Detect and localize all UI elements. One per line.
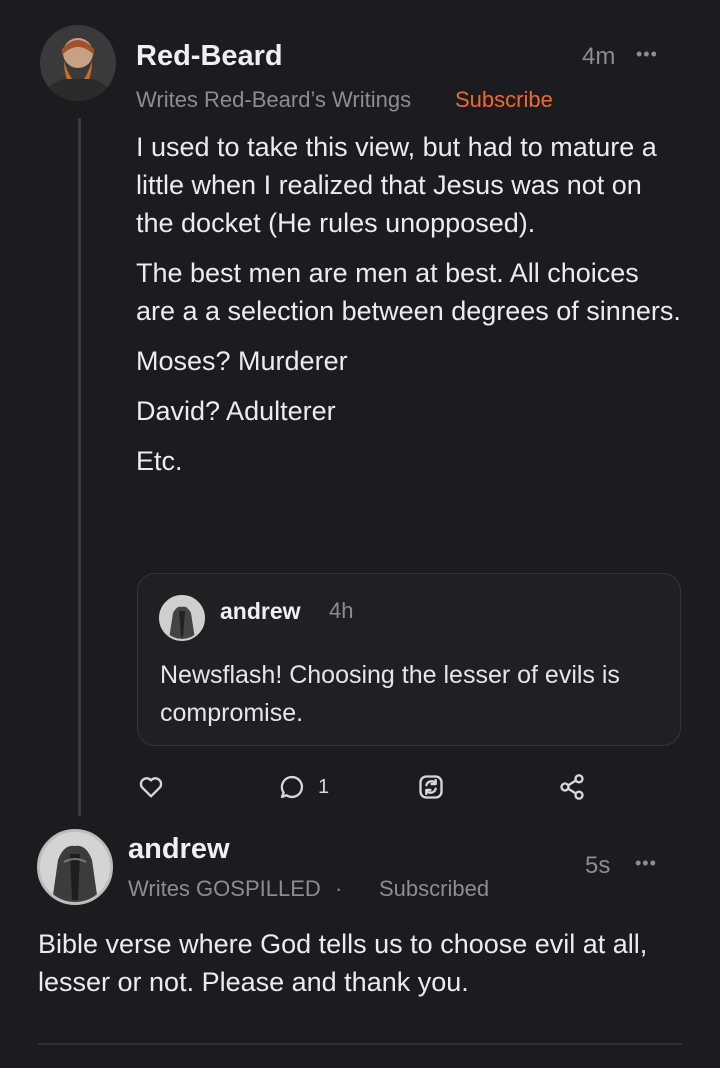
like-button[interactable] bbox=[137, 773, 165, 801]
heart-icon bbox=[139, 777, 163, 798]
quoted-comment-card[interactable]: andrew 4h Newsflash! Choosing the lesser… bbox=[137, 573, 681, 746]
reply-count: 1 bbox=[318, 775, 330, 798]
comment-body: I used to take this view, but had to mat… bbox=[136, 128, 684, 492]
red-beard-avatar[interactable] bbox=[40, 25, 116, 101]
reply-body: Bible verse where God tells us to choose… bbox=[38, 929, 648, 997]
reply-author-subtitle[interactable]: Writes GOSPILLED bbox=[128, 876, 321, 902]
comment-paragraph: Moses? Murderer bbox=[136, 346, 348, 376]
comment-author-subtitle[interactable]: Writes Red-Beard’s Writings bbox=[136, 87, 411, 113]
comment-bubble-icon bbox=[280, 775, 304, 799]
reply-author[interactable]: andrew bbox=[128, 833, 230, 866]
thread-line bbox=[78, 118, 81, 816]
comment-more-button[interactable]: ••• bbox=[636, 44, 658, 65]
quoted-author-avatar bbox=[159, 595, 205, 641]
divider bbox=[38, 1043, 682, 1045]
restack-button[interactable] bbox=[417, 773, 445, 801]
comment-paragraph: Etc. bbox=[136, 446, 183, 476]
subtitle-separator: · bbox=[335, 876, 343, 901]
quoted-time: 4h bbox=[329, 598, 354, 623]
reply-button[interactable]: 1 bbox=[278, 773, 329, 801]
restack-icon bbox=[419, 775, 443, 799]
quoted-text: Newsflash! Choosing the lesser of evils … bbox=[160, 661, 620, 727]
share-button[interactable] bbox=[558, 773, 586, 801]
comment-paragraph: The best men are men at best. All choice… bbox=[136, 258, 681, 326]
comment-time: 4m bbox=[582, 43, 616, 70]
subscribe-link[interactable]: Subscribe bbox=[455, 87, 553, 113]
subscribed-label[interactable]: Subscribed bbox=[379, 876, 489, 902]
quoted-author-name[interactable]: andrew bbox=[220, 598, 301, 625]
comment-author[interactable]: Red-Beard bbox=[136, 40, 283, 73]
comment-paragraph: I used to take this view, but had to mat… bbox=[136, 132, 657, 238]
reply-more-button[interactable]: ••• bbox=[635, 853, 657, 874]
share-icon bbox=[560, 774, 584, 800]
andrew-avatar[interactable] bbox=[37, 829, 113, 905]
comment-paragraph: David? Adulterer bbox=[136, 396, 336, 426]
reply-time: 5s bbox=[585, 852, 611, 879]
